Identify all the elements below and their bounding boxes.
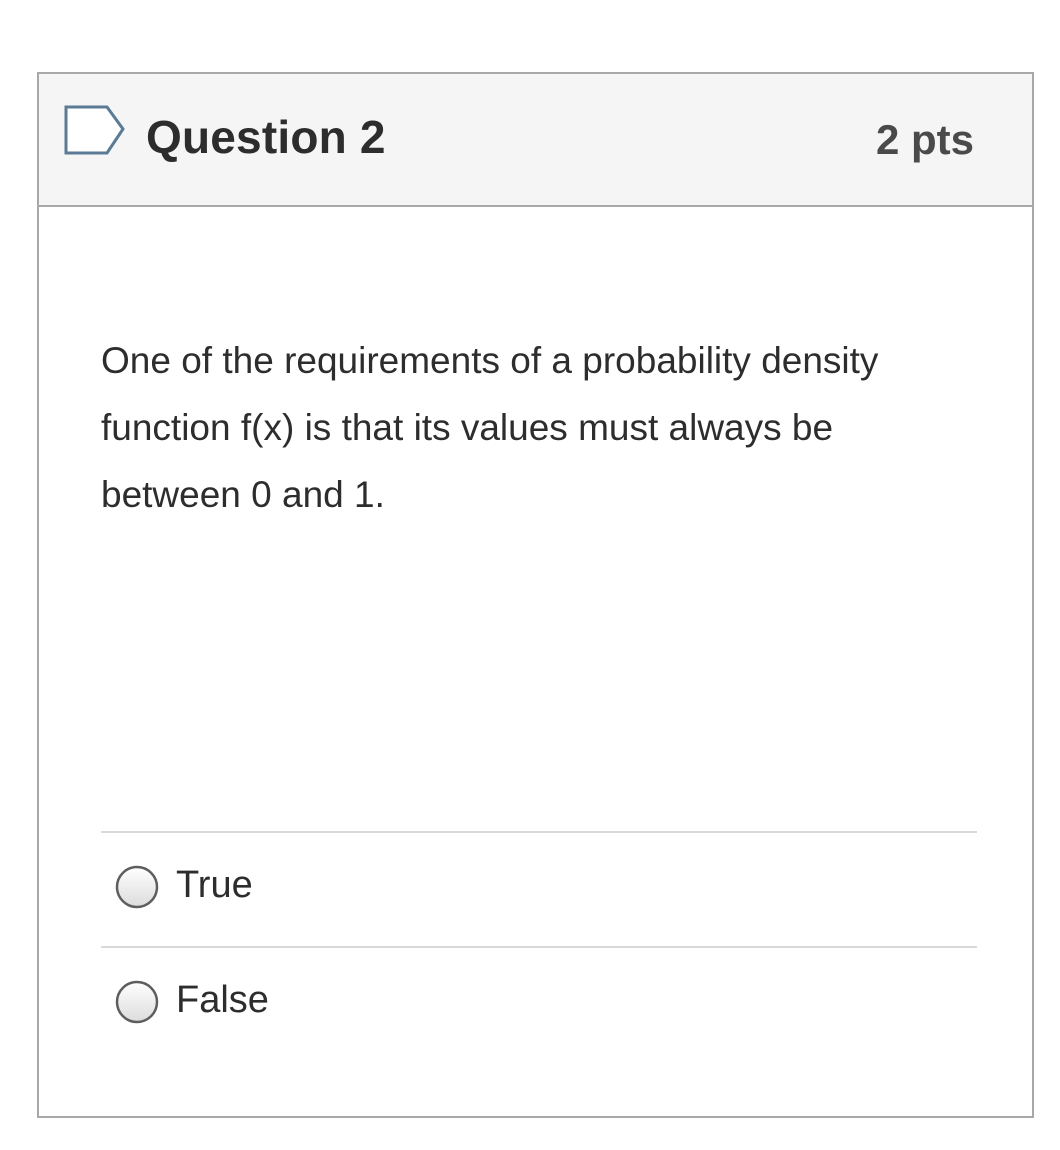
radio-button-true[interactable]: [115, 865, 159, 909]
question-card: Question 2 2 pts One of the requirements…: [37, 72, 1034, 1118]
question-title: Question 2: [146, 111, 386, 163]
answer-option-false[interactable]: False: [101, 946, 977, 1061]
radio-button-false[interactable]: [115, 980, 159, 1024]
answer-option-true[interactable]: True: [101, 831, 977, 946]
question-header: Question 2 2 pts: [39, 74, 1032, 207]
question-text: One of the requirements of a probability…: [101, 340, 879, 515]
bookmark-flag-icon[interactable]: [63, 104, 127, 158]
answer-label-false[interactable]: False: [176, 978, 269, 1024]
answer-list: True False: [101, 831, 977, 1061]
question-points: 2 pts: [875, 116, 974, 163]
answer-label-true[interactable]: True: [176, 863, 253, 909]
